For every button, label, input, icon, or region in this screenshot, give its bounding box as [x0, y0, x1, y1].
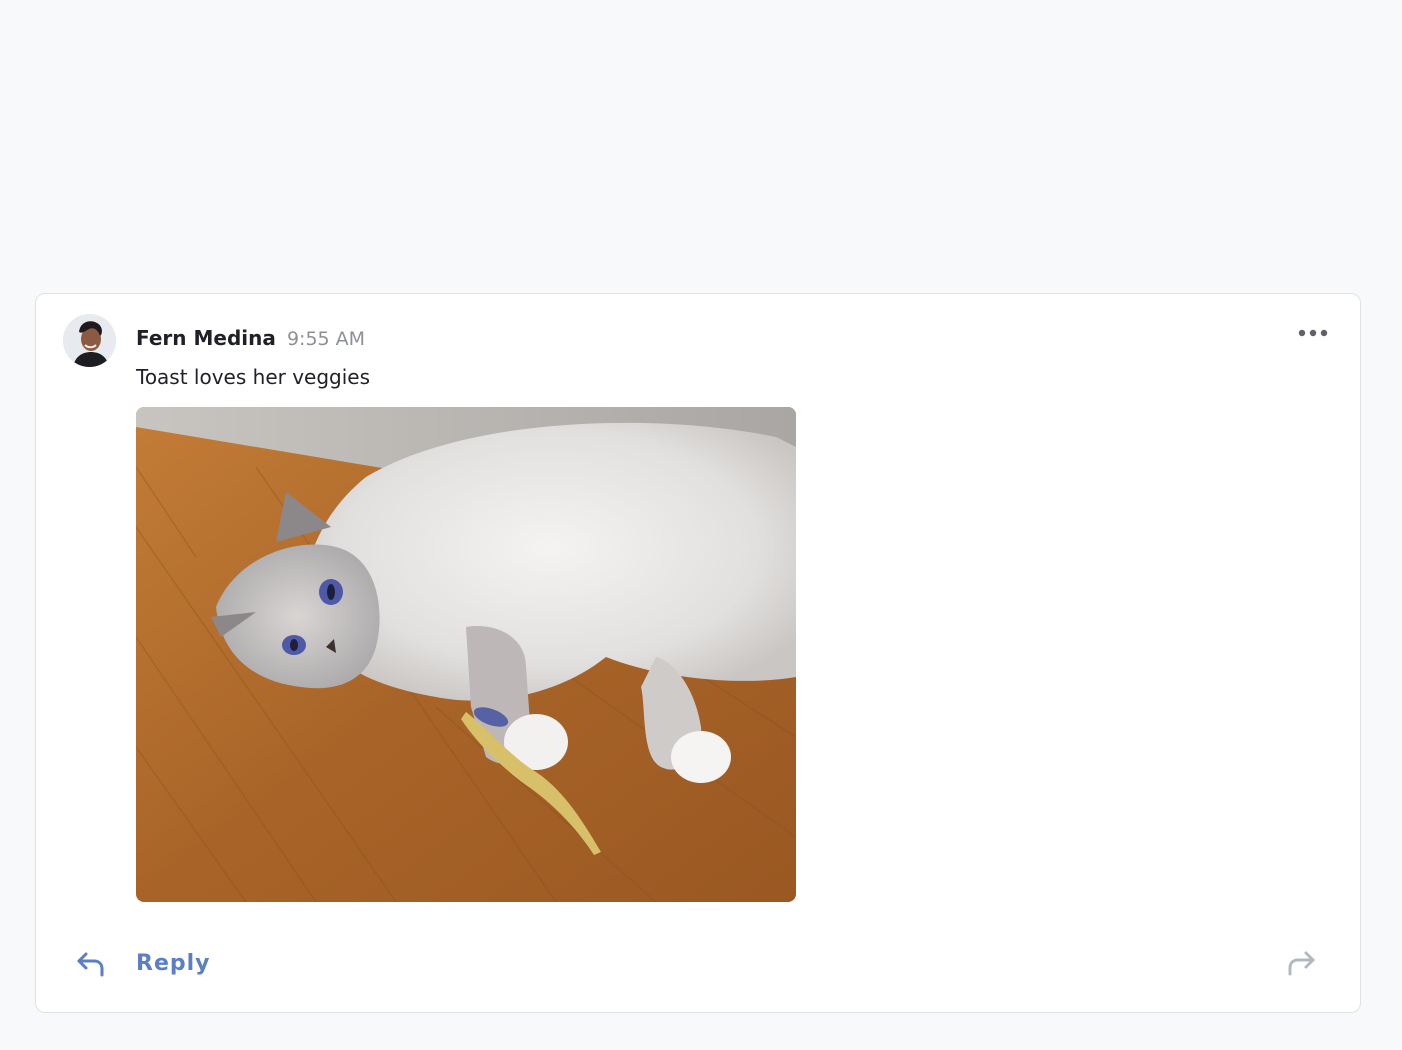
forward-arrow-icon[interactable]: [1286, 948, 1318, 978]
message-text: Toast loves her veggies: [136, 365, 371, 389]
author-name[interactable]: Fern Medina: [136, 326, 276, 350]
message-image[interactable]: [136, 407, 796, 902]
message-card: Fern Medina 9:55 AM Toast loves her vegg…: [35, 293, 1361, 1013]
reply-arrow-icon[interactable]: [74, 949, 106, 979]
message-timestamp: 9:55 AM: [286, 328, 366, 350]
message-actions: Reply: [36, 944, 1360, 984]
user-avatar[interactable]: [63, 314, 116, 367]
message-header: Fern Medina 9:55 AM: [136, 324, 365, 354]
reply-button[interactable]: Reply: [136, 947, 211, 981]
user-avatar-image: [63, 314, 116, 367]
more-horizontal-icon[interactable]: [1298, 322, 1328, 344]
